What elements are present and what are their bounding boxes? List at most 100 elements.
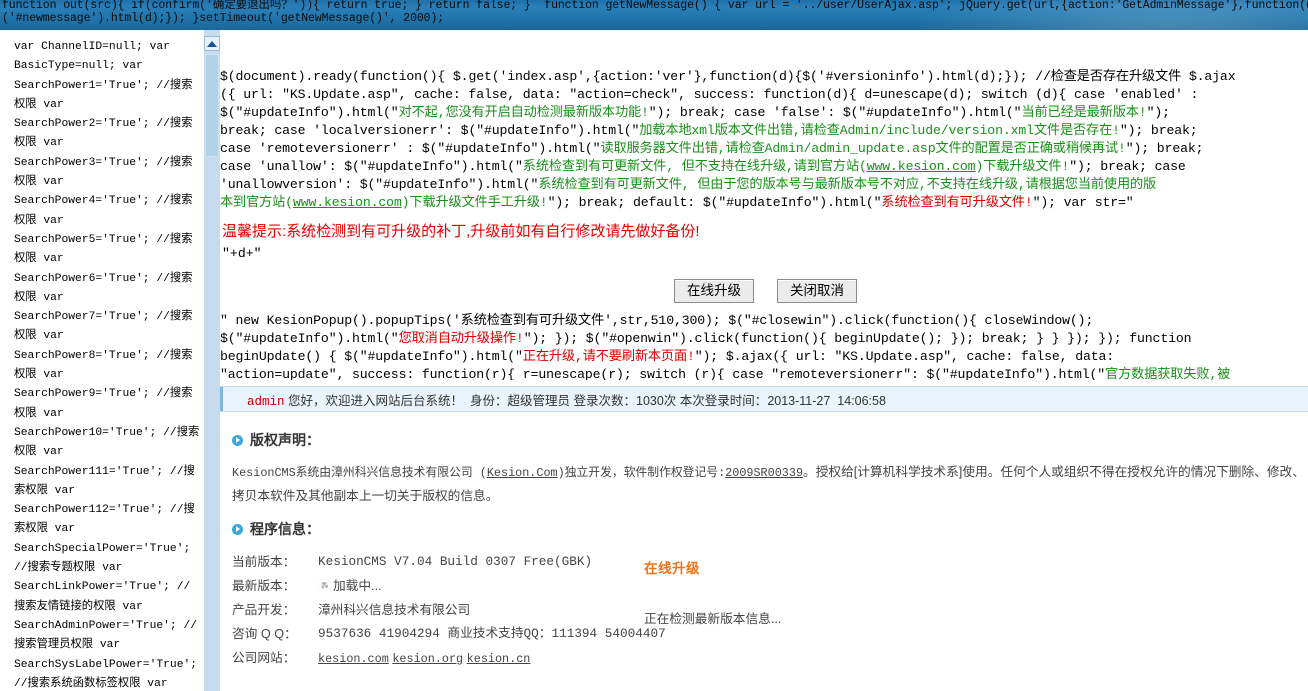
code-fragment: "); break; case 'false': $("#updateInfo"… [648, 105, 1022, 120]
upgrade-warning-text: 温馨提示:系统检测到有可升级的补丁,升级前如有自行修改请先做好备份! [222, 223, 700, 240]
vertical-scrollbar[interactable] [204, 30, 220, 691]
banner-code-line-1: function out(src){ if(confirm('确定要退出吗？')… [2, 0, 1308, 12]
program-info-value: KesionCMS V7.04 Build 0307 Free(GBK) [318, 554, 593, 569]
code-fragment: )下载升级文件手工升级! [401, 195, 548, 210]
code-line: case 'unallow': $("#updateInfo").html("系… [220, 158, 1186, 176]
inline-url-link[interactable]: www.kesion.com [293, 195, 402, 210]
program-info-label: 咨询 Q Q： [232, 627, 297, 641]
close-cancel-button[interactable]: 关闭取消 [777, 279, 857, 303]
main-content: $(document).ready(function(){ $.get('ind… [220, 30, 1308, 691]
code-fragment: $("#updateInfo").html(" [220, 105, 399, 120]
code-line: "action=update", success: function(r){ r… [220, 366, 1230, 380]
scrollbar-track[interactable] [204, 158, 220, 691]
program-info-label: 当前版本： [232, 555, 296, 569]
code-fragment: //检查是否存在升级文件 [1035, 69, 1182, 84]
copyright-title: 版权声明： [250, 432, 320, 448]
code-line: case 'remoteversionerr' : $("#updateInfo… [220, 140, 1204, 158]
online-upgrade-panel: 在线升级 正在检测最新版本信息... [644, 557, 944, 627]
program-info-label: 公司网站： [232, 651, 296, 665]
code-fragment: 系统检查到有可升级文件! [881, 195, 1033, 210]
code-fragment: )下载升级文件! [975, 159, 1070, 174]
code-fragment: "); break; [1125, 141, 1204, 156]
code-fragment: ({ url: "KS.Update.asp", cache: false, d… [220, 87, 1199, 102]
program-info-title-row: 程序信息： [232, 519, 666, 539]
login-time-label: 本次登录时间： [679, 393, 768, 408]
left-code-text: var ChannelID=null; var BasicType=null; … [14, 41, 200, 690]
code-fragment: case 'unallow': $("#updateInfo").html(" [220, 159, 523, 174]
program-info-label: 产品开发： [232, 603, 296, 617]
online-upgrade-button[interactable]: 在线升级 [674, 279, 754, 303]
code-fragment: " new KesionPopup().popupTips('系统检查到有可升级… [220, 313, 1094, 328]
welcome-sep-1 [463, 394, 470, 408]
code-fragment: 当前已经是最新版本! [1021, 105, 1147, 120]
scroll-up-arrow-icon[interactable] [204, 36, 220, 51]
code-line: " new KesionPopup().popupTips('系统检查到有可升级… [220, 312, 1093, 330]
code-listing-pane: $(document).ready(function(){ $.get('ind… [220, 30, 1308, 380]
website-link[interactable]: kesion.org [392, 652, 463, 666]
copyright-text-c: 。授权给[计算机科学技术系]使用。任何个人或组织不得在授权允许的情况下删除、修改… [803, 465, 1305, 479]
code-fragment: case 'remoteversionerr' : $("#updateInfo… [220, 141, 601, 156]
code-line: break; case 'localversionerr': $("#updat… [220, 122, 1198, 140]
loading-spinner-icon [318, 579, 331, 592]
program-info-value: 漳州科兴信息技术有限公司 [318, 603, 471, 617]
copyright-text-b: )独立开发，软件制作权登记号: [557, 466, 726, 480]
code-fragment: 您取消自动升级操作! [398, 331, 524, 346]
triangle-up-icon [207, 40, 217, 47]
role-value: 超级管理员 [507, 393, 570, 408]
program-info-row: 公司网站： kesion.com kesion.org kesion.cn [232, 646, 666, 671]
code-line: $("#updateInfo").html("对不起,您没有开启自动检测最新版本… [220, 104, 1170, 122]
code-fragment: "action=update", success: function(r){ r… [220, 367, 1106, 380]
inline-url-link[interactable]: www.kesion.com [867, 159, 976, 174]
admin-welcome-bar: admin 您好，欢迎进入网站后台系统！ 身份：超级管理员 登录次数：1030次… [220, 386, 1308, 412]
code-line: $(document).ready(function(){ $.get('ind… [220, 68, 1236, 86]
copyright-section: 版权声明： KesionCMS系统由漳州科兴信息技术有限公司 (Kesion.C… [232, 430, 1305, 508]
code-fragment: "); }); $("#openwin").click(function(){ … [523, 331, 1192, 346]
code-fragment: "); [1146, 105, 1170, 120]
code-line: ({ url: "KS.Update.asp", cache: false, d… [220, 86, 1198, 104]
scrollbar-thumb[interactable] [205, 54, 219, 157]
code-fragment: 系统检查到有可更新文件, 但由于您的版本号与最新版本号不对应,不支持在线升级,请… [538, 177, 1157, 192]
kesion-com-link[interactable]: Kesion.Com [487, 466, 558, 480]
code-fragment: "); $.ajax({ url: "KS.Update.asp", cache… [694, 349, 1115, 364]
banner-code-line-2: ('#newmessage').html(d);}); }setTimeout(… [2, 12, 445, 25]
arrow-circle-icon [232, 523, 243, 535]
copyright-title-row: 版权声明： [232, 430, 1305, 450]
program-info-section: 程序信息： 当前版本： KesionCMS V7.04 Build 0307 Fr… [232, 519, 666, 671]
code-fragment: 'unallowversion': $("#updateInfo").html(… [220, 177, 539, 192]
code-fragment: "); break; default: $("#updateInfo").htm… [547, 195, 882, 210]
code-line: $("#updateInfo").html("您取消自动升级操作!"); });… [220, 330, 1192, 348]
code-fragment: 本到官方站( [220, 195, 293, 210]
copyright-body: KesionCMS系统由漳州科兴信息技术有限公司 (Kesion.Com)独立开… [232, 461, 1305, 508]
registration-number: 2009SR00339 [725, 466, 804, 480]
program-info-row: 咨询 Q Q： 9537636 41904294 商业技术支持QQ：111394 … [232, 622, 666, 646]
login-time-value: 2013-11-27 14:06:58 [767, 393, 886, 408]
code-line: beginUpdate() { $("#updateInfo").html("正… [220, 348, 1114, 366]
code-line: 本到官方站(www.kesion.com)下载升级文件手工升级!"); brea… [220, 194, 1134, 212]
copyright-text-a: KesionCMS系统由漳州科兴信息技术有限公司 ( [232, 466, 487, 480]
program-info-row: 当前版本： KesionCMS V7.04 Build 0307 Free(GBK… [232, 550, 666, 574]
code-fragment: "); break; case [1069, 159, 1186, 174]
code-fragment: 加载本地xml版本文件出错,请检查Admin/include/version.x… [639, 123, 1120, 138]
login-count-value: 1030次 [636, 393, 677, 408]
welcome-line: admin 您好，欢迎进入网站后台系统！ 身份：超级管理员 登录次数：1030次… [247, 390, 886, 409]
copyright-line-1: KesionCMS系统由漳州科兴信息技术有限公司 (Kesion.Com)独立开… [232, 461, 1305, 485]
code-quote-line: "+d+" [222, 246, 262, 261]
website-link[interactable]: kesion.cn [467, 652, 531, 666]
code-fragment: $("#updateInfo").html(" [220, 331, 399, 346]
program-info-row: 最新版本： 加载中... [232, 574, 666, 598]
program-info-value: 9537636 41904294 商业技术支持QQ：111394 5400440… [318, 626, 666, 641]
code-fragment: 系统检查到有可更新文件, 但不支持在线升级,请到官方站( [522, 159, 867, 174]
code-fragment: 官方数据获取失败,被 [1105, 367, 1231, 380]
program-info-value: kesion.com kesion.org kesion.cn [318, 646, 530, 671]
upgrade-status-text: 正在检测最新版本信息... [644, 612, 782, 626]
top-banner: function out(src){ if(confirm('确定要退出吗？')… [0, 0, 1308, 30]
program-info-rows: 当前版本： KesionCMS V7.04 Build 0307 Free(GBK… [232, 550, 666, 671]
welcome-greeting-text: 您好，欢迎进入网站后台系统！ [288, 393, 464, 408]
code-fragment: $.ajax [1181, 69, 1236, 84]
program-info-value: 加载中... [318, 574, 382, 598]
website-link[interactable]: kesion.com [318, 652, 389, 666]
welcome-accent-bar [220, 387, 223, 411]
code-fragment: "); var str=" [1032, 195, 1134, 210]
popup-button-group: 在线升级 关闭取消 [674, 279, 857, 303]
code-fragment: $(document).ready(function(){ $.get('ind… [220, 69, 1036, 84]
